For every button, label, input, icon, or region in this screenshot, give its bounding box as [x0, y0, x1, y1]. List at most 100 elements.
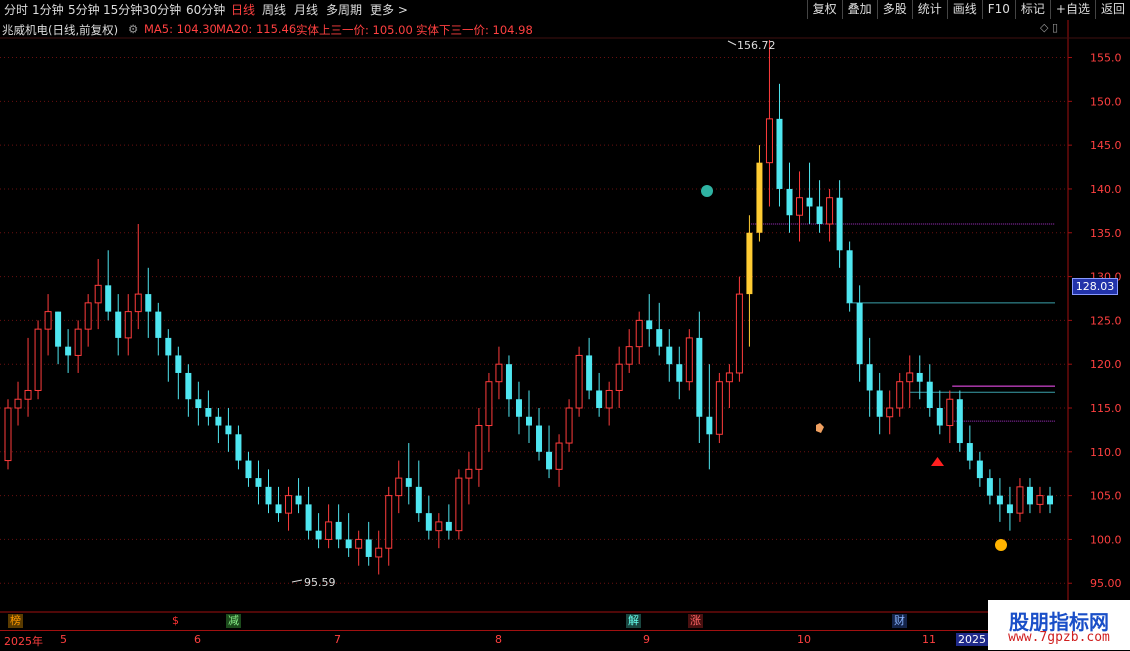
candle: [536, 408, 543, 461]
candle-body: [465, 468, 473, 479]
candle-body: [966, 443, 973, 461]
candle-body: [906, 372, 914, 383]
candle-body: [546, 451, 553, 470]
candle: [44, 294, 52, 356]
event-limit-up-badge[interactable]: 涨: [688, 614, 703, 628]
candle: [685, 329, 693, 391]
candle: [756, 145, 763, 242]
candle: [765, 40, 773, 207]
candle: [185, 364, 192, 417]
low-price-label: 95.59: [304, 576, 336, 589]
candle: [445, 504, 452, 540]
candle-body: [746, 232, 753, 295]
candle-body: [145, 294, 152, 312]
candle: [546, 425, 553, 479]
high-leader-line: [727, 40, 737, 46]
candle-body: [926, 381, 933, 408]
candle-body: [605, 389, 613, 409]
candle: [24, 337, 32, 417]
candle: [275, 486, 282, 522]
candle: [1047, 486, 1053, 514]
price-tick-label: 140.0: [1090, 183, 1122, 196]
event-reduce-badge[interactable]: 减: [226, 614, 241, 628]
candle-body: [74, 328, 82, 356]
candle-body: [866, 364, 873, 391]
candle-body: [715, 381, 723, 435]
candle: [145, 267, 152, 338]
candle: [295, 478, 302, 514]
candle-body: [385, 495, 393, 549]
candle: [455, 469, 463, 540]
candle: [676, 346, 683, 400]
candle-body: [1026, 486, 1033, 505]
candle-body: [4, 407, 12, 462]
sell-triangle-icon: [931, 457, 944, 466]
candle: [976, 451, 983, 487]
candle-body: [495, 363, 503, 383]
candle: [946, 390, 954, 444]
price-tick-label: 105.0: [1090, 490, 1122, 503]
event-unlock-badge[interactable]: 解: [626, 614, 641, 628]
candle-body: [856, 302, 863, 365]
grid-lines: [0, 20, 1130, 630]
candle: [265, 469, 272, 514]
candle: [235, 425, 242, 470]
candle-body: [415, 486, 422, 514]
candle-body: [215, 416, 222, 426]
candle-body: [615, 363, 623, 391]
candle-body: [165, 337, 172, 356]
candles: [4, 40, 1053, 575]
candle-body: [676, 364, 683, 382]
month-label: 10: [797, 633, 811, 646]
candle-body: [986, 478, 993, 496]
candle-body: [435, 521, 443, 532]
year-end-label: 2025: [956, 633, 988, 646]
candle: [996, 478, 1003, 522]
candle: [1006, 486, 1013, 531]
event-financial-badge[interactable]: 财: [892, 614, 907, 628]
candle-body: [625, 346, 633, 365]
candle-body: [175, 355, 182, 373]
candle-body: [646, 320, 653, 330]
candle: [74, 320, 82, 373]
candle: [836, 180, 843, 268]
candle: [505, 355, 512, 417]
candle: [776, 83, 783, 207]
candle: [405, 443, 412, 505]
candle-body: [335, 521, 342, 540]
candle-body: [55, 311, 62, 347]
candle: [245, 451, 252, 487]
candle: [666, 329, 673, 382]
candle-body: [325, 521, 333, 540]
candle: [465, 451, 473, 505]
candle: [876, 372, 883, 435]
candle-body: [14, 398, 22, 409]
candle: [605, 381, 613, 426]
candle: [526, 390, 532, 444]
event-dividend-badge[interactable]: $: [170, 614, 181, 628]
candle: [355, 530, 363, 566]
candle: [195, 381, 202, 426]
candle: [1026, 478, 1033, 514]
candle: [856, 285, 863, 382]
candle: [735, 276, 743, 382]
current-price-tag: 128.03: [1072, 278, 1118, 295]
candle: [475, 408, 483, 487]
candle: [345, 513, 352, 557]
candle-body: [806, 197, 813, 207]
candle: [395, 460, 403, 514]
candle-body: [515, 399, 522, 417]
candle: [715, 372, 723, 444]
candle: [84, 294, 92, 347]
candle: [105, 250, 112, 321]
candlestick-chart[interactable]: 155.0150.0145.0140.0135.0130.0125.0120.0…: [0, 0, 1130, 650]
candle-body: [786, 188, 793, 216]
candle-body: [976, 460, 983, 479]
candle-body: [936, 408, 943, 426]
candle-body: [34, 328, 42, 391]
candle-body: [105, 285, 112, 312]
event-list-badge[interactable]: 榜: [8, 614, 23, 628]
price-tick-label: 125.0: [1090, 314, 1122, 327]
candle-body: [505, 364, 512, 400]
candle-body: [84, 302, 92, 330]
